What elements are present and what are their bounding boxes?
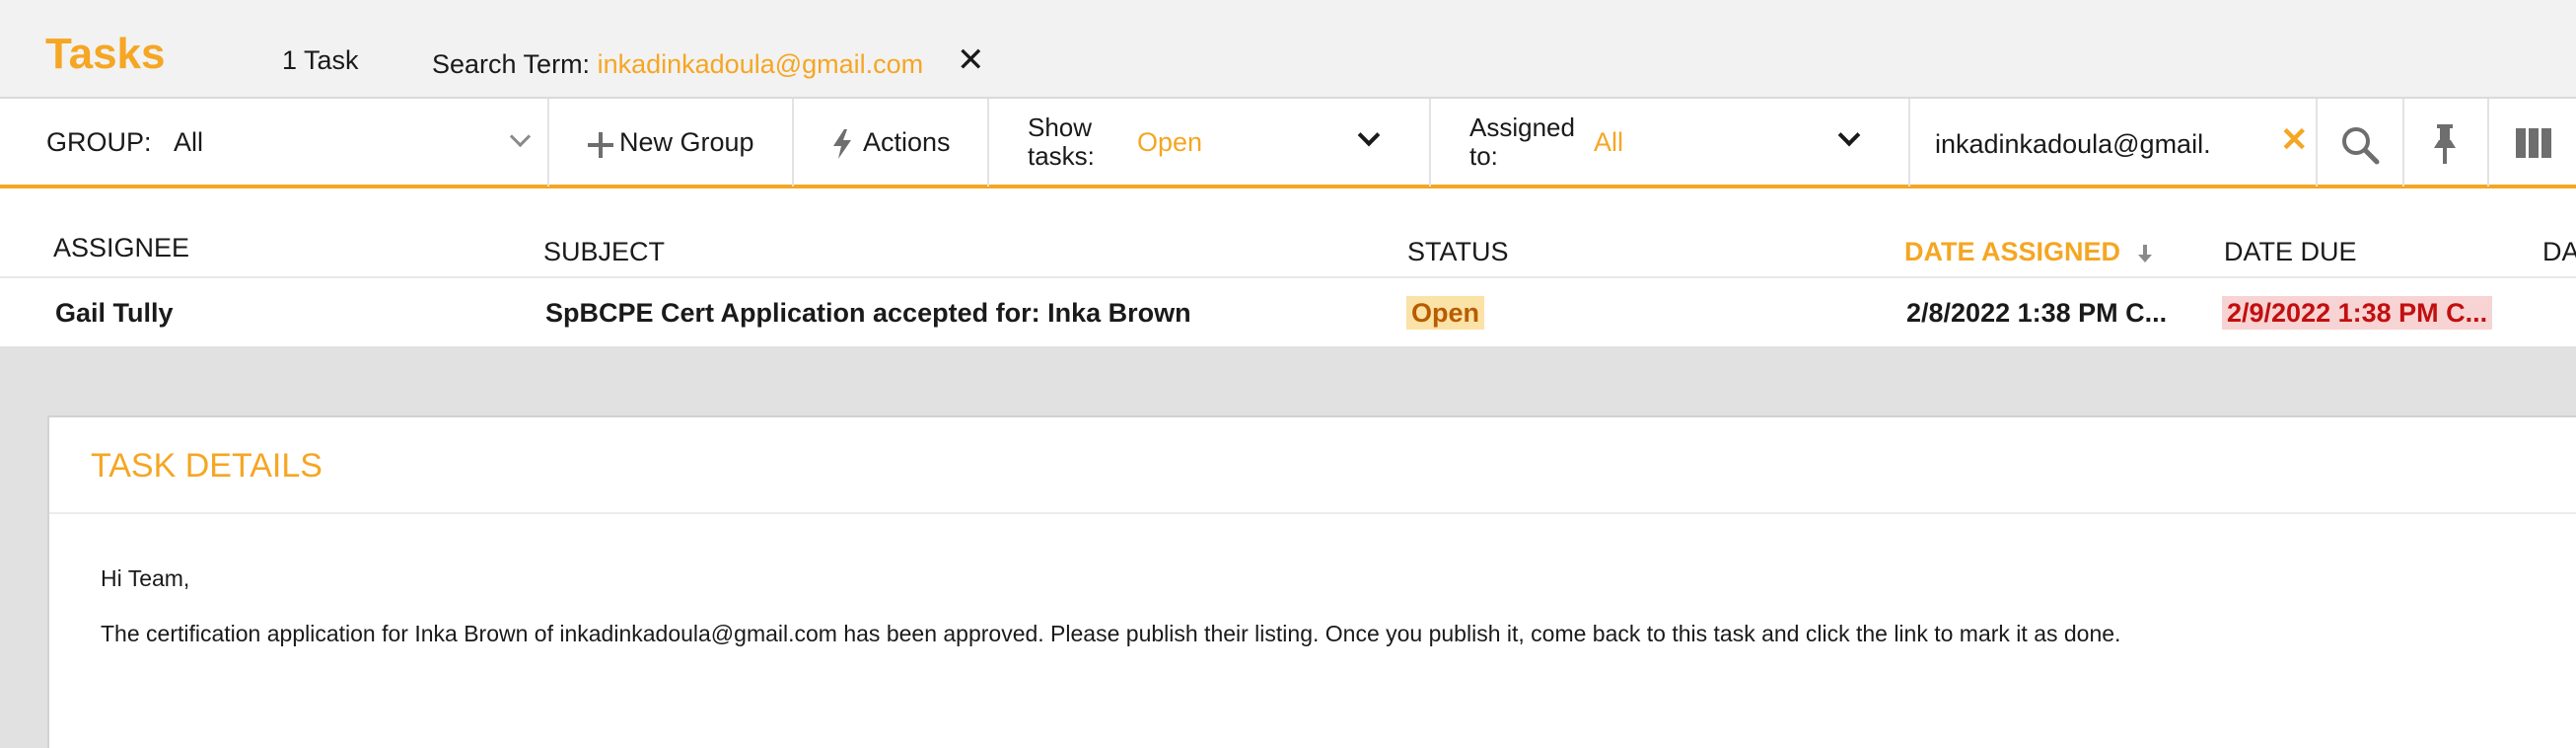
column-header-status[interactable]: STATUS bbox=[1407, 237, 1509, 267]
toolbar-divider bbox=[987, 99, 989, 187]
group-value: All bbox=[174, 127, 204, 157]
column-header-date-assigned-label: DATE ASSIGNED bbox=[1904, 237, 2121, 266]
message-body: The certification application for Inka B… bbox=[101, 621, 2121, 646]
row-subject: SpBCPE Cert Application accepted for: In… bbox=[545, 298, 1191, 328]
clear-search-icon[interactable]: ✕ bbox=[2280, 123, 2309, 157]
chevron-down-icon bbox=[1837, 123, 1861, 147]
message-greeting: Hi Team, bbox=[101, 565, 190, 591]
column-header-subject[interactable]: SUBJECT bbox=[543, 237, 665, 267]
overdue-date-badge: 2/9/2022 1:38 PM C... bbox=[2222, 296, 2493, 330]
row-assignee: Gail Tully bbox=[55, 298, 174, 328]
assigned-to-label: Assigned to: bbox=[1469, 113, 1575, 171]
task-details-panel: TASK DETAILS Hi Team, The certification … bbox=[47, 415, 2576, 748]
assigned-to-label-line2: to: bbox=[1469, 141, 1498, 171]
pin-icon[interactable] bbox=[2432, 124, 2458, 164]
chevron-down-icon bbox=[509, 125, 532, 148]
search-term-value: inkadinkadoula@gmail.com bbox=[597, 49, 924, 79]
sort-descending-icon bbox=[2137, 244, 2152, 262]
plus-icon bbox=[588, 132, 613, 158]
column-header-date-assigned[interactable]: DATE ASSIGNED bbox=[1904, 237, 2152, 267]
close-icon[interactable]: ✕ bbox=[957, 43, 985, 77]
show-tasks-value: Open bbox=[1137, 127, 1203, 157]
search-icon[interactable] bbox=[2340, 125, 2380, 165]
actions-label: Actions bbox=[863, 127, 951, 157]
toolbar-divider bbox=[2402, 99, 2404, 187]
page-title: Tasks bbox=[45, 30, 166, 78]
column-header-truncated[interactable]: DA bbox=[2542, 237, 2576, 267]
status-badge: Open bbox=[1406, 296, 1485, 330]
toolbar-divider bbox=[2487, 99, 2489, 187]
row-date-assigned: 2/8/2022 1:38 PM C... bbox=[1906, 298, 2168, 328]
toolbar-divider bbox=[792, 99, 794, 187]
chevron-down-icon bbox=[1357, 123, 1381, 147]
task-count: 1 Task bbox=[282, 45, 359, 75]
table-row[interactable]: Gail Tully SpBCPE Cert Application accep… bbox=[0, 276, 2576, 348]
search-term-display: Search Term: inkadinkadoula@gmail.com bbox=[432, 49, 923, 80]
task-details-title: TASK DETAILS bbox=[91, 447, 322, 485]
page-header: Tasks 1 Task Search Term: inkadinkadoula… bbox=[0, 0, 2576, 97]
assigned-to-value: All bbox=[1594, 127, 1624, 157]
toolbar-divider bbox=[1429, 99, 1431, 187]
show-tasks-label-line1: Show bbox=[1028, 112, 1093, 142]
task-details-header: TASK DETAILS bbox=[49, 417, 2576, 514]
column-header-date-due[interactable]: DATE DUE bbox=[2224, 237, 2357, 267]
assigned-to-label-line1: Assigned bbox=[1469, 112, 1575, 142]
new-group-label: New Group bbox=[619, 127, 754, 157]
search-term-label: Search Term: bbox=[432, 49, 598, 79]
show-tasks-label: Show tasks: bbox=[1028, 113, 1095, 171]
columns-icon[interactable] bbox=[2516, 128, 2551, 158]
toolbar-divider bbox=[2316, 99, 2318, 187]
toolbar: GROUP: All New Group Actions Show tasks:… bbox=[0, 97, 2576, 188]
search-input[interactable]: inkadinkadoula@gmail. bbox=[1935, 129, 2211, 160]
column-header-assignee[interactable]: ASSIGNEE bbox=[53, 233, 189, 263]
show-tasks-label-line2: tasks: bbox=[1028, 141, 1095, 171]
toolbar-divider bbox=[547, 99, 549, 187]
toolbar-divider bbox=[1908, 99, 1910, 187]
bolt-icon bbox=[833, 129, 851, 159]
group-label: GROUP: bbox=[46, 127, 152, 157]
